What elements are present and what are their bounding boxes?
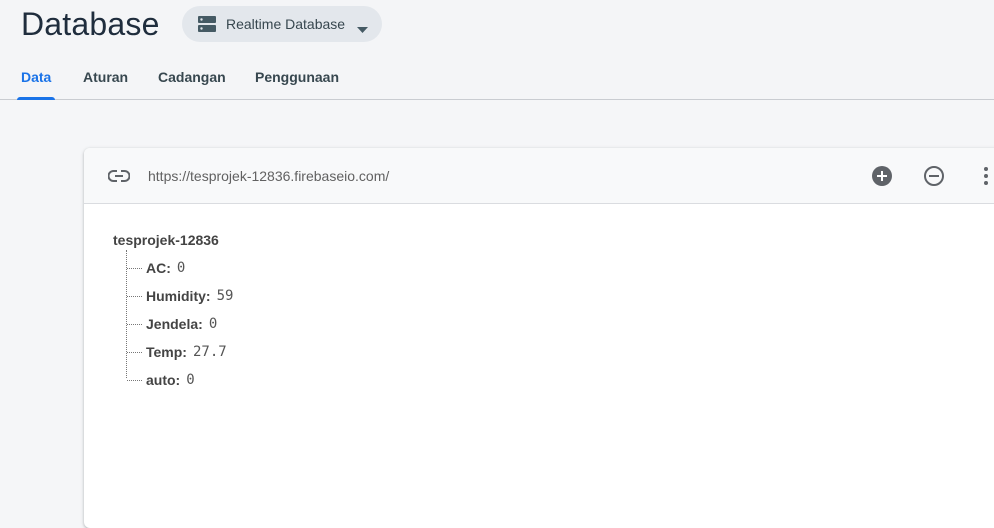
node-value[interactable]: 0 (177, 258, 185, 278)
database-icon (197, 14, 217, 34)
more-vert-icon[interactable] (974, 164, 994, 188)
node-value[interactable]: 0 (186, 370, 194, 390)
tree-branch (127, 380, 142, 381)
tree-children: AC: 0 Humidity: 59 Jendela: 0 Temp: 27.7… (126, 250, 233, 398)
node-value[interactable]: 59 (217, 286, 234, 306)
database-url[interactable]: https://tesprojek-12836.firebaseio.com/ (148, 166, 389, 186)
page-header: Database Realtime Database Data Aturan C… (0, 0, 994, 100)
node-key: AC: (146, 260, 171, 276)
tree-node[interactable]: auto: 0 (126, 370, 233, 398)
node-value[interactable]: 27.7 (193, 342, 227, 362)
node-key: Humidity: (146, 288, 211, 304)
data-toolbar: https://tesprojek-12836.firebaseio.com/ (84, 148, 994, 204)
tree-branch (127, 268, 142, 269)
tree-branch (127, 296, 142, 297)
chevron-down-icon (357, 20, 368, 38)
page-title: Database (21, 6, 160, 42)
node-key: auto: (146, 372, 181, 388)
database-selector-label: Realtime Database (226, 16, 346, 32)
tab-data[interactable]: Data (17, 60, 55, 100)
tree-branch (127, 324, 142, 325)
tab-backups[interactable]: Cadangan (156, 60, 228, 100)
node-value[interactable]: 0 (209, 314, 217, 334)
tab-rules[interactable]: Aturan (81, 60, 130, 100)
data-tree: tesprojek-12836 AC: 0 Humidity: 59 Jende… (113, 230, 233, 398)
node-key: Temp: (146, 344, 187, 360)
tree-node[interactable]: Humidity: 59 (126, 286, 233, 314)
tree-node[interactable]: Jendela: 0 (126, 314, 233, 342)
node-key: Jendela: (146, 316, 203, 332)
link-icon[interactable] (107, 166, 132, 186)
tree-root-key[interactable]: tesprojek-12836 (113, 230, 233, 250)
remove-circle-icon[interactable] (922, 164, 946, 188)
database-selector[interactable]: Realtime Database (182, 6, 382, 42)
data-viewer-card: https://tesprojek-12836.firebaseio.com/ … (84, 148, 994, 528)
add-circle-icon[interactable] (870, 164, 894, 188)
tree-branch (127, 352, 142, 353)
tree-node[interactable]: Temp: 27.7 (126, 342, 233, 370)
tree-node[interactable]: AC: 0 (126, 258, 233, 286)
tab-usage[interactable]: Penggunaan (253, 60, 341, 100)
